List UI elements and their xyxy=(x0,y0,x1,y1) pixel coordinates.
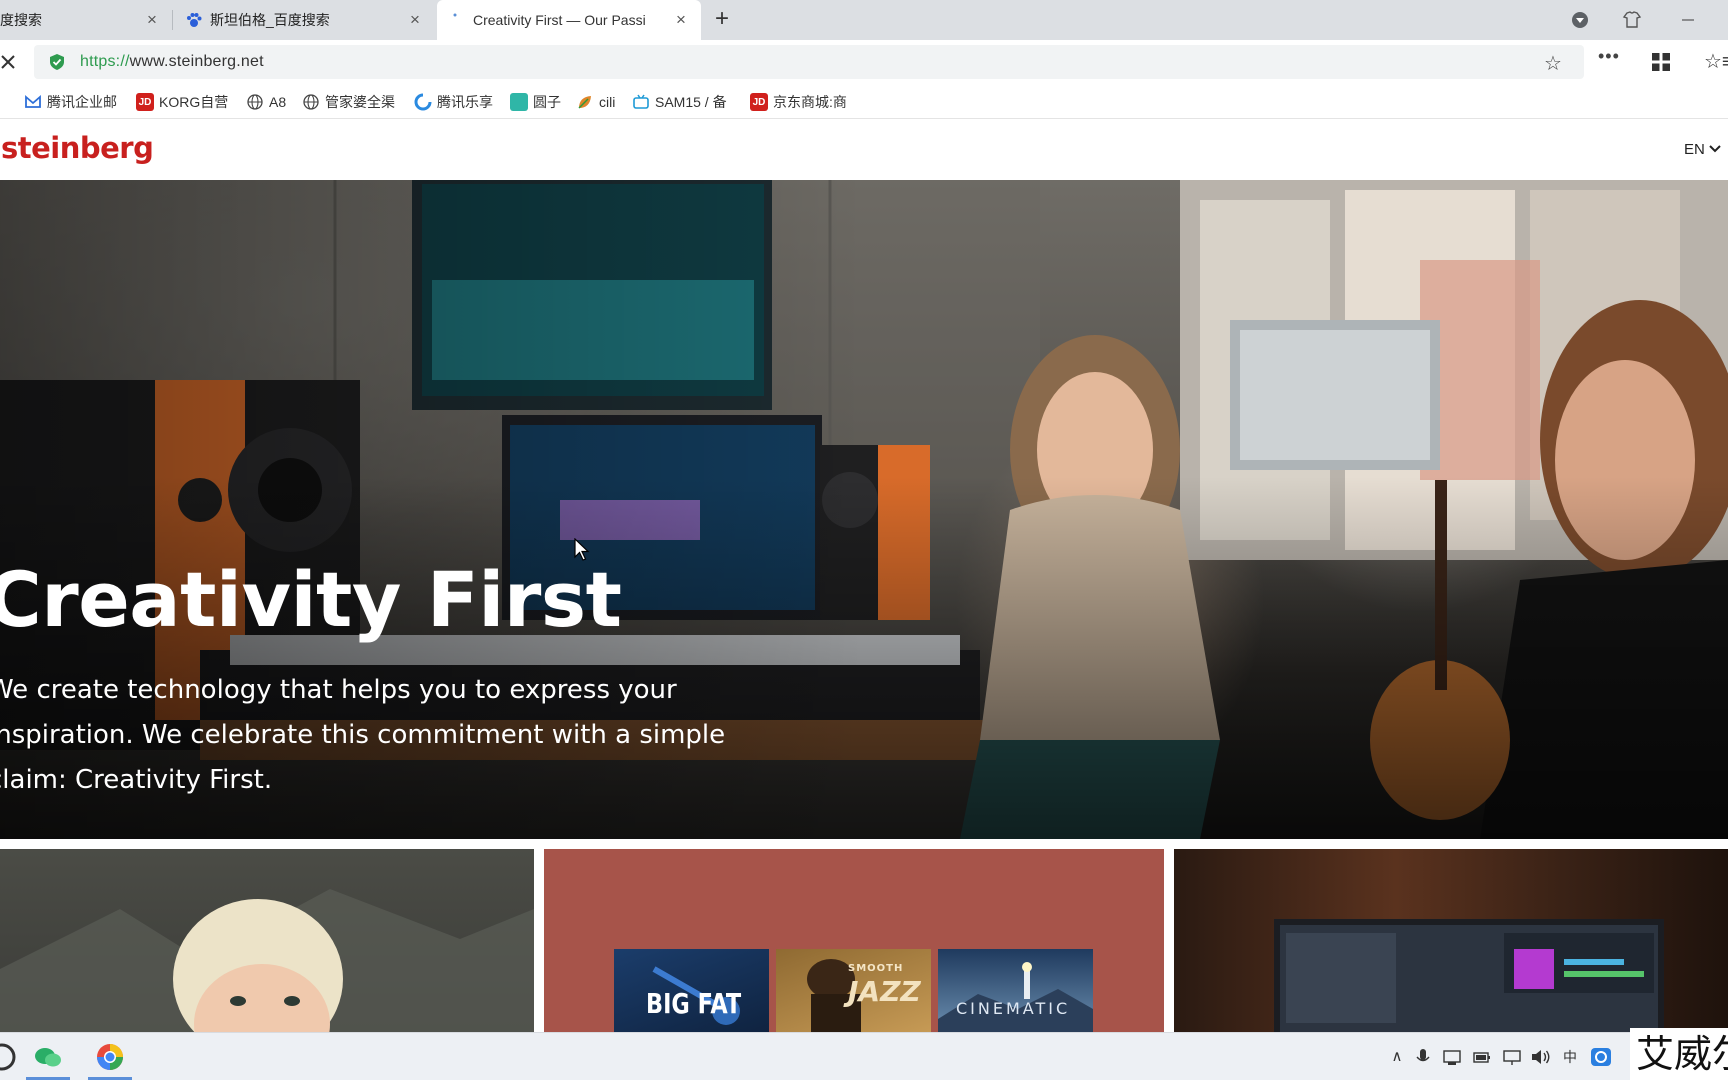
bookmark-label: 腾讯企业邮 xyxy=(47,94,117,110)
tab-title: 斯坦伯格_百度搜索 xyxy=(210,12,330,28)
tray-expand-icon[interactable]: ∧ xyxy=(1388,1047,1406,1067)
battery-icon[interactable] xyxy=(1472,1047,1492,1067)
tab-steinberg-search[interactable]: 斯坦伯格_百度搜索 × xyxy=(178,0,428,40)
album-title: BIG FAT xyxy=(646,987,742,1020)
minimize-icon[interactable] xyxy=(1676,8,1700,32)
tab-close-icon[interactable]: × xyxy=(143,11,161,29)
shield-secure-icon xyxy=(50,54,64,70)
globe-icon xyxy=(303,94,319,110)
tab-baidu-search[interactable]: 度搜索 × xyxy=(0,0,170,40)
shirt-skin-icon[interactable] xyxy=(1620,8,1644,32)
display-icon[interactable] xyxy=(1502,1047,1522,1067)
tencent-icon xyxy=(414,93,432,111)
browser-app-icon[interactable] xyxy=(94,1041,126,1073)
site-header: steinberg EN xyxy=(0,119,1728,180)
steinberg-logo[interactable]: steinberg xyxy=(1,131,154,165)
bookmark-item[interactable]: SAM15 / 备 xyxy=(632,92,727,112)
globe-icon xyxy=(247,94,263,110)
hero-banner: Creativity First We create technology th… xyxy=(0,180,1728,839)
lighthouse-art-icon xyxy=(938,962,1093,1032)
album-cover: CINEMATIC xyxy=(938,949,1093,1032)
apps-grid-icon[interactable] xyxy=(1652,53,1670,71)
bookmark-item[interactable]: JD KORG自营 xyxy=(136,92,228,112)
microphone-icon[interactable] xyxy=(1414,1047,1432,1067)
new-tab-button[interactable]: + xyxy=(710,7,734,32)
bookmark-label: KORG自营 xyxy=(159,94,229,110)
watermark: 艾威尔 xyxy=(1630,1028,1728,1080)
bookmark-item[interactable]: JD 京东商城:商 xyxy=(750,92,847,112)
mouse-cursor-icon xyxy=(574,538,590,561)
os-taskbar: ∧ 中 xyxy=(0,1032,1728,1080)
bookmark-item[interactable]: 圆子 xyxy=(510,92,561,112)
qq-icon[interactable] xyxy=(1590,1047,1612,1067)
bookmark-label: 管家婆全渠 xyxy=(325,94,395,110)
bookmark-label: A8 xyxy=(269,94,287,110)
bookmark-label: SAM15 / 备 xyxy=(655,94,727,110)
bookmark-label: 腾讯乐享 xyxy=(437,94,493,110)
hero-description: We create technology that helps you to e… xyxy=(0,668,748,803)
favorites-list-icon[interactable]: ☆≡ xyxy=(1704,49,1728,74)
hero-line: claim: Creativity First. xyxy=(0,765,273,795)
jd-icon: JD xyxy=(136,93,154,111)
bookmark-item[interactable]: 腾讯企业邮 xyxy=(24,92,117,112)
bookmark-item[interactable]: cili xyxy=(576,92,615,112)
envelope-icon xyxy=(25,95,41,108)
stop-loading-icon[interactable] xyxy=(0,50,20,74)
jd-icon: JD xyxy=(750,93,768,111)
browser-tab-strip: 度搜索 × 斯坦伯格_百度搜索 × Creativity First — Our… xyxy=(0,0,1728,40)
bookmark-label: 圆子 xyxy=(533,94,561,110)
network-icon[interactable] xyxy=(1442,1047,1462,1067)
portrait-image xyxy=(0,889,534,1032)
loading-icon xyxy=(453,13,457,17)
bookmark-item[interactable]: 管家婆全渠 xyxy=(302,92,395,112)
tab-title: 度搜索 xyxy=(0,12,42,28)
url-input[interactable]: https://www.steinberg.net ☆ xyxy=(34,45,1584,79)
hero-title: Creativity First xyxy=(0,555,622,644)
download-icon[interactable] xyxy=(1568,8,1592,32)
address-bar: https://www.steinberg.net ☆ ••• ☆≡ xyxy=(0,40,1728,85)
bookmark-label: cili xyxy=(599,94,616,110)
url-text: https://www.steinberg.net xyxy=(80,53,264,71)
card-portrait[interactable] xyxy=(0,849,534,1032)
bookmark-label: 京东商城:商 xyxy=(773,94,847,110)
tab-close-icon[interactable]: × xyxy=(672,11,690,29)
hero-line: We create technology that helps you to e… xyxy=(0,675,677,705)
leaf-icon xyxy=(578,96,591,109)
tab-separator xyxy=(172,10,173,30)
bookmarks-bar: 腾讯企业邮 JD KORG自营 A8 管家婆全渠 腾讯乐享 圆子 cili SA… xyxy=(0,85,1728,119)
language-selector[interactable]: EN xyxy=(1684,141,1721,158)
wechat-icon[interactable] xyxy=(32,1041,64,1073)
app-icon xyxy=(510,93,528,111)
language-label: EN xyxy=(1684,141,1705,158)
more-options-icon[interactable]: ••• xyxy=(1598,46,1620,67)
tab-creativity-first[interactable]: Creativity First — Our Passi × xyxy=(437,0,701,40)
bookmark-item[interactable]: 腾讯乐享 xyxy=(414,92,493,112)
album-subtitle: SMOOTH xyxy=(848,963,904,974)
hero-line: inspiration. We celebrate this commitmen… xyxy=(0,720,726,750)
album-title: CINEMATIC xyxy=(956,999,1071,1018)
card-albums[interactable]: BIG FAT SMOOTH JAZZ CINEMATIC xyxy=(544,849,1164,1032)
chevron-down-icon xyxy=(1709,145,1721,153)
input-method-icon[interactable]: 中 xyxy=(1560,1047,1580,1067)
url-scheme: https:// xyxy=(80,53,130,70)
album-title: JAZZ xyxy=(848,975,921,1008)
album-cover: SMOOTH JAZZ xyxy=(776,949,931,1032)
feature-cards: BIG FAT SMOOTH JAZZ CINEMATIC xyxy=(0,839,1728,1032)
baidu-paw-icon xyxy=(187,13,202,27)
bookmark-item[interactable]: A8 xyxy=(246,92,286,112)
bookmark-star-icon[interactable]: ☆ xyxy=(1544,51,1562,76)
album-cover: BIG FAT xyxy=(614,949,769,1032)
tab-title: Creativity First — Our Passi xyxy=(473,12,646,28)
card-laptop[interactable] xyxy=(1174,849,1728,1032)
start-circle-icon[interactable] xyxy=(0,1041,18,1073)
laptop-daw-image xyxy=(1274,919,1664,1032)
tab-close-icon[interactable]: × xyxy=(406,11,424,29)
bilibili-icon xyxy=(633,94,649,109)
url-host: www.steinberg.net xyxy=(129,53,264,70)
volume-icon[interactable] xyxy=(1530,1047,1552,1067)
